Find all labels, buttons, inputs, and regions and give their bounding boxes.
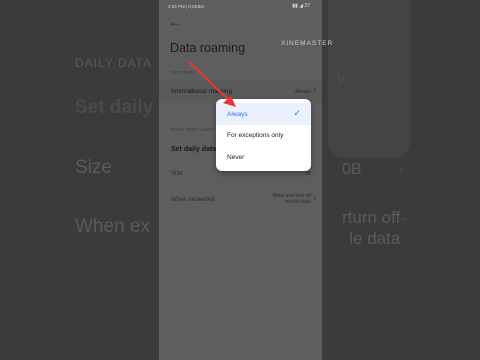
background-right-text-1: y <box>337 67 346 86</box>
set-daily-data-label: Set daily data <box>171 146 217 153</box>
international-roaming-value: Always <box>295 89 311 95</box>
option-always[interactable]: Always ✓ <box>216 103 311 125</box>
updown-chevron-icon: ⇕ <box>312 88 317 94</box>
option-never[interactable]: Never <box>216 146 311 168</box>
option-label: Never <box>227 154 245 161</box>
section-daily-label: DAILY DATA LIMIT <box>171 127 214 132</box>
background-set-daily: Set daily <box>75 97 154 118</box>
background-right-text-3: rturn off le data <box>342 207 400 249</box>
page-title: Data roaming <box>170 41 246 55</box>
watermark: XINEMASTER <box>281 40 334 47</box>
phone-screen: 2:54 PM | 0.0KB/s ▮▮ ◢ 37 XINEMASTER ← D… <box>159 0 332 360</box>
when-exceeded-label: When exceeded <box>171 197 215 203</box>
roaming-options-dropdown: Always ✓ For exceptions only Never <box>216 99 311 171</box>
option-for-exceptions-only[interactable]: For exceptions only <box>216 124 311 146</box>
section-settings-label: SETTINGS <box>171 70 196 75</box>
size-value: 0B <box>304 171 311 177</box>
background-chevron-right-icon: › <box>398 161 404 178</box>
chevron-right-icon: › <box>315 170 317 176</box>
video-frame: ✓ DAILY DATA Set daily Size When ex y 0B… <box>0 0 480 360</box>
when-exceeded-value-line2: mobile data <box>285 199 311 205</box>
background-right-text-3b: le data <box>349 229 401 248</box>
background-size: Size <box>75 157 112 178</box>
option-label: Always <box>227 111 248 118</box>
status-bar: 2:54 PM | 0.0KB/s ▮▮ ◢ 37 <box>159 0 322 12</box>
back-arrow-icon[interactable]: ← <box>169 16 181 28</box>
background-check-icon: ✓ <box>361 10 377 30</box>
when-exceeded-row[interactable]: When exceeded Warn and turn off mobile d… <box>159 190 322 212</box>
background-section-label: DAILY DATA <box>75 56 153 70</box>
when-exceeded-value: Warn and turn off mobile data <box>273 193 311 205</box>
background-right-text-2: 0B <box>342 161 362 178</box>
international-roaming-label: International roaming <box>171 88 233 95</box>
background-when: When ex <box>75 216 150 237</box>
status-time: 2:54 PM | 0.0KB/s <box>168 4 205 9</box>
status-icons: ▮▮ ◢ 37 <box>292 3 310 9</box>
option-label: For exceptions only <box>227 132 284 139</box>
updown-chevron-icon: ⇕ <box>312 196 317 202</box>
background-updown-icon: ⌃ <box>398 215 409 230</box>
background-right-text-3a: rturn off <box>342 208 401 227</box>
check-icon: ✓ <box>293 108 301 118</box>
size-label: Size <box>171 171 183 177</box>
